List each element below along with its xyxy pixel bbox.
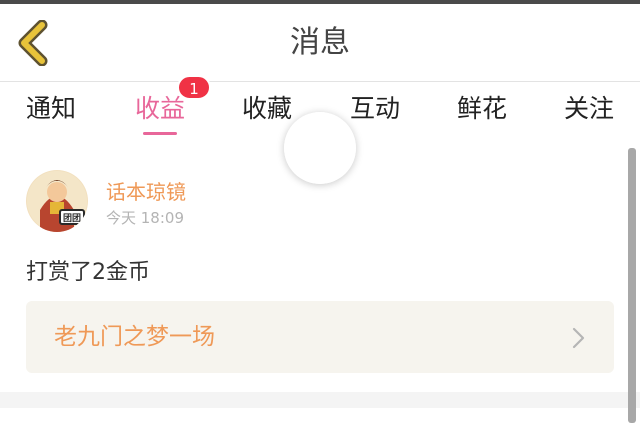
back-button[interactable] [14,19,54,67]
message-text: 打赏了2金币 [26,260,150,285]
unread-badge: 1 [177,75,211,100]
timestamp: 今天 18:09 [106,209,184,227]
section-divider [0,392,640,408]
tab-flowers[interactable]: 鲜花 [442,91,522,135]
work-link-card[interactable]: 老九门之梦一场 [26,301,614,373]
sender-name[interactable]: 话本琼镜 [106,176,186,205]
avatar-label: 团团 [63,213,81,224]
tab-following[interactable]: 关注 [549,91,629,135]
touch-indicator [284,112,356,184]
scrollbar[interactable] [628,148,636,423]
avatar-image: 团团 [26,170,88,232]
work-title: 老九门之梦一场 [54,324,215,350]
header: 消息 [0,4,640,82]
page-title: 消息 [290,25,350,60]
active-tab-indicator [143,132,177,135]
chevron-right-icon [572,327,585,349]
list-continuation [0,408,640,423]
avatar[interactable]: 团团 [26,170,88,232]
chevron-left-icon [18,19,48,67]
tab-notifications[interactable]: 通知 [11,91,91,135]
